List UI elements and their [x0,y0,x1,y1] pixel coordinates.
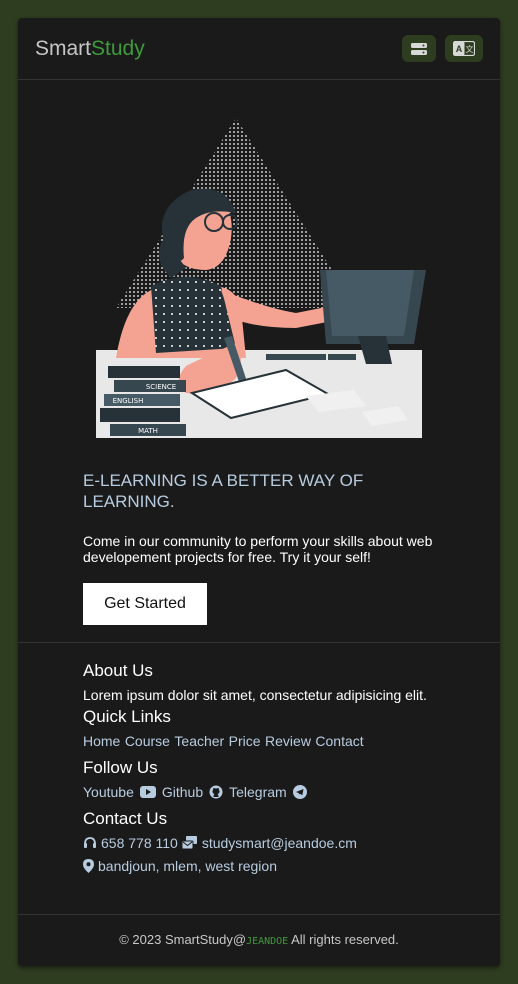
map-marker-icon [83,859,94,873]
quick-links-heading: Quick Links [83,707,171,726]
footer-divider [18,914,500,915]
youtube-link[interactable]: Youtube [83,784,134,800]
about-section: About Us Lorem ipsum dolor sit amet, con… [83,661,483,703]
contact-section: Contact Us 658 778 110 studysmart@jeando… [83,809,483,874]
hero-description: Come in our community to perform your sk… [83,533,433,565]
copyright-brand[interactable]: JEANDOE [246,936,288,947]
section-divider [18,642,500,643]
translate-icon: A 文 [453,41,475,56]
contact-heading: Contact Us [83,809,168,828]
copyright-prefix: © 2023 SmartStudy@ [119,932,247,947]
contact-email[interactable]: studysmart@jeandoe.cm [202,835,357,851]
link-course[interactable]: Course [125,733,170,749]
link-contact[interactable]: Contact [315,733,363,749]
mail-bulk-icon [181,836,197,850]
book-label-math: MATH [138,427,158,435]
menu-toggle-button[interactable] [402,35,436,62]
link-review[interactable]: Review [265,733,311,749]
svg-text:文: 文 [466,44,474,54]
link-price[interactable]: Price [229,733,261,749]
link-home[interactable]: Home [83,733,120,749]
follow-heading: Follow Us [83,758,158,777]
contact-address: bandjoun, mlem, west region [98,858,277,874]
copyright-suffix: All rights reserved. [288,932,399,947]
book-label-english: ENGLISH [113,397,144,405]
logo-part-2: Study [91,36,145,60]
youtube-icon[interactable] [139,786,156,798]
github-icon[interactable] [209,785,223,799]
contact-phone: 658 778 110 [101,835,178,851]
hero-illustration: SCIENCE ENGLISH MATH [96,118,426,438]
github-link[interactable]: Github [162,784,203,800]
link-teacher[interactable]: Teacher [174,733,224,749]
header: SmartStudy A 文 [18,18,500,80]
copyright: © 2023 SmartStudy@JEANDOE All rights res… [18,932,500,947]
about-heading: About Us [83,661,153,680]
headset-icon [84,837,96,848]
book-label-science: SCIENCE [146,383,176,391]
about-text: Lorem ipsum dolor sit amet, consectetur … [83,687,427,703]
telegram-link[interactable]: Telegram [229,784,287,800]
logo-part-1: Smart [35,36,92,60]
get-started-button[interactable]: Get Started [83,583,207,625]
telegram-icon[interactable] [292,785,307,799]
logo[interactable]: SmartStudy [35,37,145,61]
translate-button[interactable]: A 文 [445,35,483,62]
hero-title: E-LEARNING IS A BETTER WAY OF LEARNING. [83,471,364,511]
server-toggle-icon [411,42,427,55]
main-card: SmartStudy A 文 SCIENCE ENGLISH MATH E-LE… [18,18,500,966]
follow-section: Follow Us Youtube Github Telegram [83,758,483,800]
svg-text:A: A [456,44,463,54]
quick-links-section: Quick Links Home Course Teacher Price Re… [83,707,483,751]
